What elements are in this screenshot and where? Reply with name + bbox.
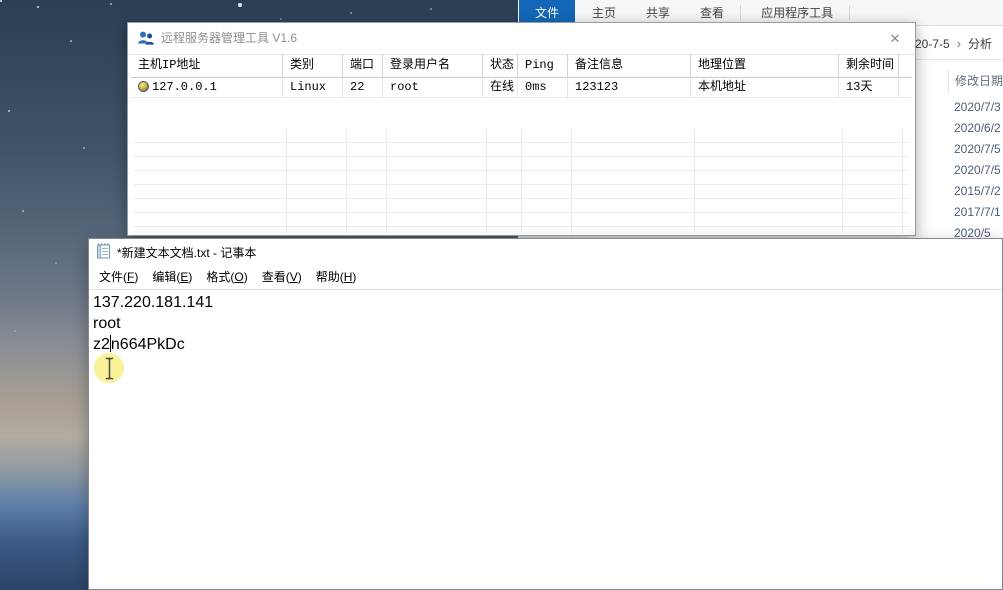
file-row-date[interactable]: 2020/7/5 xyxy=(954,139,1001,160)
file-row-date[interactable]: 2017/7/1 xyxy=(954,202,1001,223)
wallpaper-stars xyxy=(0,0,2,2)
col-filler xyxy=(899,54,912,78)
tool-window-title: 远程服务器管理工具 V1.6 xyxy=(161,23,297,53)
grid-vline xyxy=(694,129,695,233)
breadcrumb-separator-icon: › xyxy=(957,36,961,51)
cell-filler xyxy=(899,78,912,98)
cell-ping[interactable]: 0ms xyxy=(518,78,568,98)
cell-ip[interactable]: 127.0.0.1 xyxy=(131,78,283,98)
notepad-icon xyxy=(96,243,111,262)
cell-location[interactable]: 本机地址 xyxy=(691,78,839,98)
col-note[interactable]: 备注信息 xyxy=(568,54,691,78)
menu-file[interactable]: 文件(F) xyxy=(92,267,145,287)
col-time-left[interactable]: 剩余时间 xyxy=(839,54,899,78)
grid-vline xyxy=(486,129,487,233)
text-line-3: z2n664PkDc xyxy=(93,334,1002,355)
file-date-list: 2020/7/3 2020/6/2 2020/7/5 2020/7/5 2015… xyxy=(954,97,1001,244)
cell-username[interactable]: root xyxy=(383,78,483,98)
col-port[interactable]: 端口 xyxy=(343,54,383,78)
menu-edit[interactable]: 编辑(E) xyxy=(145,267,199,287)
notepad-text-area[interactable]: 137.220.181.141 root z2n664PkDc xyxy=(89,290,1002,492)
server-table-header: 主机IP地址 类别 端口 登录用户名 状态 Ping 备注信息 地理位置 剩余时… xyxy=(131,54,912,78)
cell-category[interactable]: Linux xyxy=(283,78,343,98)
cell-status[interactable]: 在线 xyxy=(483,78,518,98)
empty-rows-grid xyxy=(134,129,909,233)
server-status-ball-icon xyxy=(138,81,149,92)
notepad-titlebar[interactable]: *新建文本文档.txt - 记事本 xyxy=(89,239,1002,265)
col-location[interactable]: 地理位置 xyxy=(691,54,839,78)
grid-vline xyxy=(346,129,347,233)
breadcrumb-parent[interactable]: 20-7-5 xyxy=(915,37,950,51)
menu-help[interactable]: 帮助(H) xyxy=(309,267,364,287)
col-status[interactable]: 状态 xyxy=(483,54,518,78)
app-users-icon xyxy=(137,30,155,51)
file-row-date[interactable]: 2020/7/5 xyxy=(954,160,1001,181)
file-row-date[interactable]: 2020/6/2 xyxy=(954,118,1001,139)
text-line-2: root xyxy=(93,313,1002,334)
notepad-menubar: 文件(F) 编辑(E) 格式(O) 查看(V) 帮助(H) xyxy=(89,265,1002,290)
grid-vline xyxy=(286,129,287,233)
grid-vline xyxy=(571,129,572,233)
grid-vline xyxy=(902,129,903,233)
column-header-date-modified[interactable]: 修改日期 xyxy=(948,70,1003,92)
cell-note[interactable]: 123123 xyxy=(568,78,691,98)
server-table: 主机IP地址 类别 端口 登录用户名 状态 Ping 备注信息 地理位置 剩余时… xyxy=(131,54,912,234)
breadcrumb: 20-7-5 › 分析 xyxy=(915,30,992,58)
tab-separator xyxy=(740,5,741,20)
server-row[interactable]: 127.0.0.1 Linux 22 root 在线 0ms 123123 本机… xyxy=(131,78,912,98)
grid-vline xyxy=(521,129,522,233)
menu-view[interactable]: 查看(V) xyxy=(255,267,309,287)
tool-titlebar[interactable]: 远程服务器管理工具 V1.6 ✕ xyxy=(128,23,915,55)
breadcrumb-current[interactable]: 分析 xyxy=(968,37,992,51)
col-category[interactable]: 类别 xyxy=(283,54,343,78)
col-ip[interactable]: 主机IP地址 xyxy=(131,54,283,78)
file-row-date[interactable]: 2020/7/3 xyxy=(954,97,1001,118)
notepad-window: *新建文本文档.txt - 记事本 文件(F) 编辑(E) 格式(O) 查看(V… xyxy=(88,238,1003,590)
notepad-window-title: *新建文本文档.txt - 记事本 xyxy=(117,244,256,261)
tab-separator xyxy=(849,5,850,20)
close-icon[interactable]: ✕ xyxy=(886,30,904,48)
remote-server-tool-window: 远程服务器管理工具 V1.6 ✕ 主机IP地址 类别 端口 登录用户名 状态 P… xyxy=(127,22,916,236)
text-line-1: 137.220.181.141 xyxy=(93,292,1002,313)
grid-vline xyxy=(842,129,843,233)
menu-format[interactable]: 格式(O) xyxy=(199,267,254,287)
col-username[interactable]: 登录用户名 xyxy=(383,54,483,78)
cell-time-left[interactable]: 13天 xyxy=(839,78,899,98)
file-row-date[interactable]: 2015/7/2 xyxy=(954,181,1001,202)
col-ping[interactable]: Ping xyxy=(518,54,568,78)
grid-vline xyxy=(386,129,387,233)
cell-port[interactable]: 22 xyxy=(343,78,383,98)
